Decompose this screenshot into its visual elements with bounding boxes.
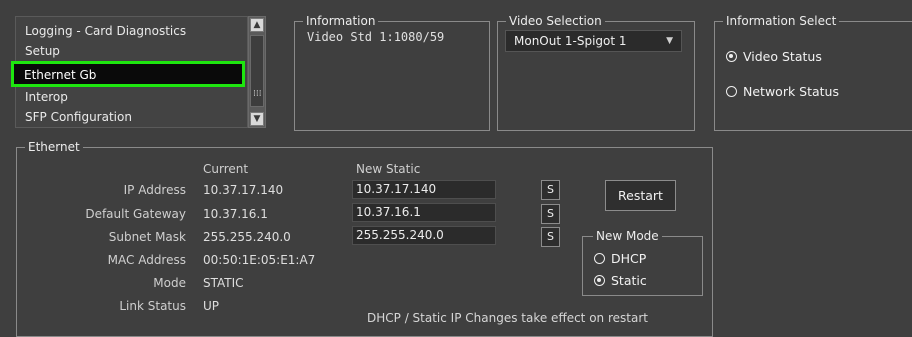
- information-select-title: Information Select: [723, 14, 840, 28]
- default-gateway-label: Default Gateway: [85, 207, 186, 221]
- set-subnet-mask-button[interactable]: S: [541, 227, 560, 247]
- radio-unchecked-icon: [594, 253, 605, 264]
- ethernet-title: Ethernet: [25, 140, 83, 154]
- new-mode-title: New Mode: [593, 229, 662, 243]
- radio-checked-icon: [594, 275, 605, 286]
- mode-label: Mode: [153, 276, 186, 290]
- set-ip-address-button[interactable]: S: [541, 180, 560, 200]
- set-default-gateway-button[interactable]: S: [541, 204, 560, 224]
- list-item-interop[interactable]: Interop: [25, 90, 68, 105]
- default-gateway-current: 10.37.16.1: [203, 207, 268, 221]
- subnet-mask-label: Subnet Mask: [108, 230, 186, 244]
- mac-address-label: MAC Address: [107, 253, 186, 267]
- new-static-column-header: New Static: [356, 162, 421, 176]
- radio-checked-icon: [726, 51, 737, 62]
- link-status-label: Link Status: [119, 299, 186, 313]
- down-arrow-icon[interactable]: ▼: [250, 112, 264, 126]
- dhcp-label: DHCP: [611, 251, 647, 266]
- ip-address-current: 10.37.17.140: [203, 183, 284, 197]
- information-select-panel: Information Select: [714, 14, 912, 131]
- restart-note: DHCP / Static IP Changes take effect on …: [367, 311, 648, 325]
- restart-button[interactable]: Restart: [605, 180, 676, 211]
- subnet-mask-current: 255.255.240.0: [203, 230, 291, 244]
- current-column-header: Current: [203, 162, 249, 176]
- video-status-radio[interactable]: Video Status: [726, 50, 822, 64]
- video-selection-title: Video Selection: [506, 14, 605, 28]
- static-radio[interactable]: Static: [594, 274, 647, 288]
- static-label: Static: [611, 273, 647, 288]
- chevron-down-icon: ▼: [666, 36, 673, 46]
- video-selection-dropdown[interactable]: MonOut 1-Spigot 1 ▼: [505, 30, 682, 52]
- list-item-ethernet-gb[interactable]: Ethernet Gb: [11, 61, 245, 87]
- default-gateway-input[interactable]: 10.37.16.1: [352, 203, 496, 222]
- up-arrow-icon[interactable]: ▲: [250, 18, 264, 32]
- mac-address-current: 00:50:1E:05:E1:A7: [203, 253, 316, 267]
- subnet-mask-input[interactable]: 255.255.240.0: [352, 226, 496, 245]
- information-panel: Information Video Std 1:1080/59: [294, 14, 490, 131]
- video-status-label: Video Status: [743, 49, 822, 64]
- list-item-logging[interactable]: Logging - Card Diagnostics: [25, 24, 186, 39]
- mode-current: STATIC: [203, 276, 244, 290]
- menu-list[interactable]: Logging - Card Diagnostics Setup Etherne…: [11, 16, 248, 128]
- video-selection-value: MonOut 1-Spigot 1: [514, 34, 627, 48]
- video-standard-readout: Video Std 1:1080/59: [307, 30, 445, 44]
- radio-unchecked-icon: [726, 86, 737, 97]
- ip-address-input[interactable]: 10.37.17.140: [352, 180, 496, 199]
- dhcp-radio[interactable]: DHCP: [594, 252, 646, 266]
- network-status-label: Network Status: [743, 84, 839, 99]
- link-status-current: UP: [203, 299, 220, 313]
- ip-address-label: IP Address: [123, 183, 186, 197]
- list-scrollbar[interactable]: ▲ ⁞⁞⁞ ▼: [248, 16, 266, 128]
- grip-dots-icon: ⁞⁞⁞: [253, 89, 262, 99]
- list-item-sfp-configuration[interactable]: SFP Configuration: [25, 110, 132, 125]
- network-status-radio[interactable]: Network Status: [726, 85, 839, 99]
- information-title: Information: [303, 14, 379, 28]
- list-item-setup[interactable]: Setup: [25, 44, 60, 59]
